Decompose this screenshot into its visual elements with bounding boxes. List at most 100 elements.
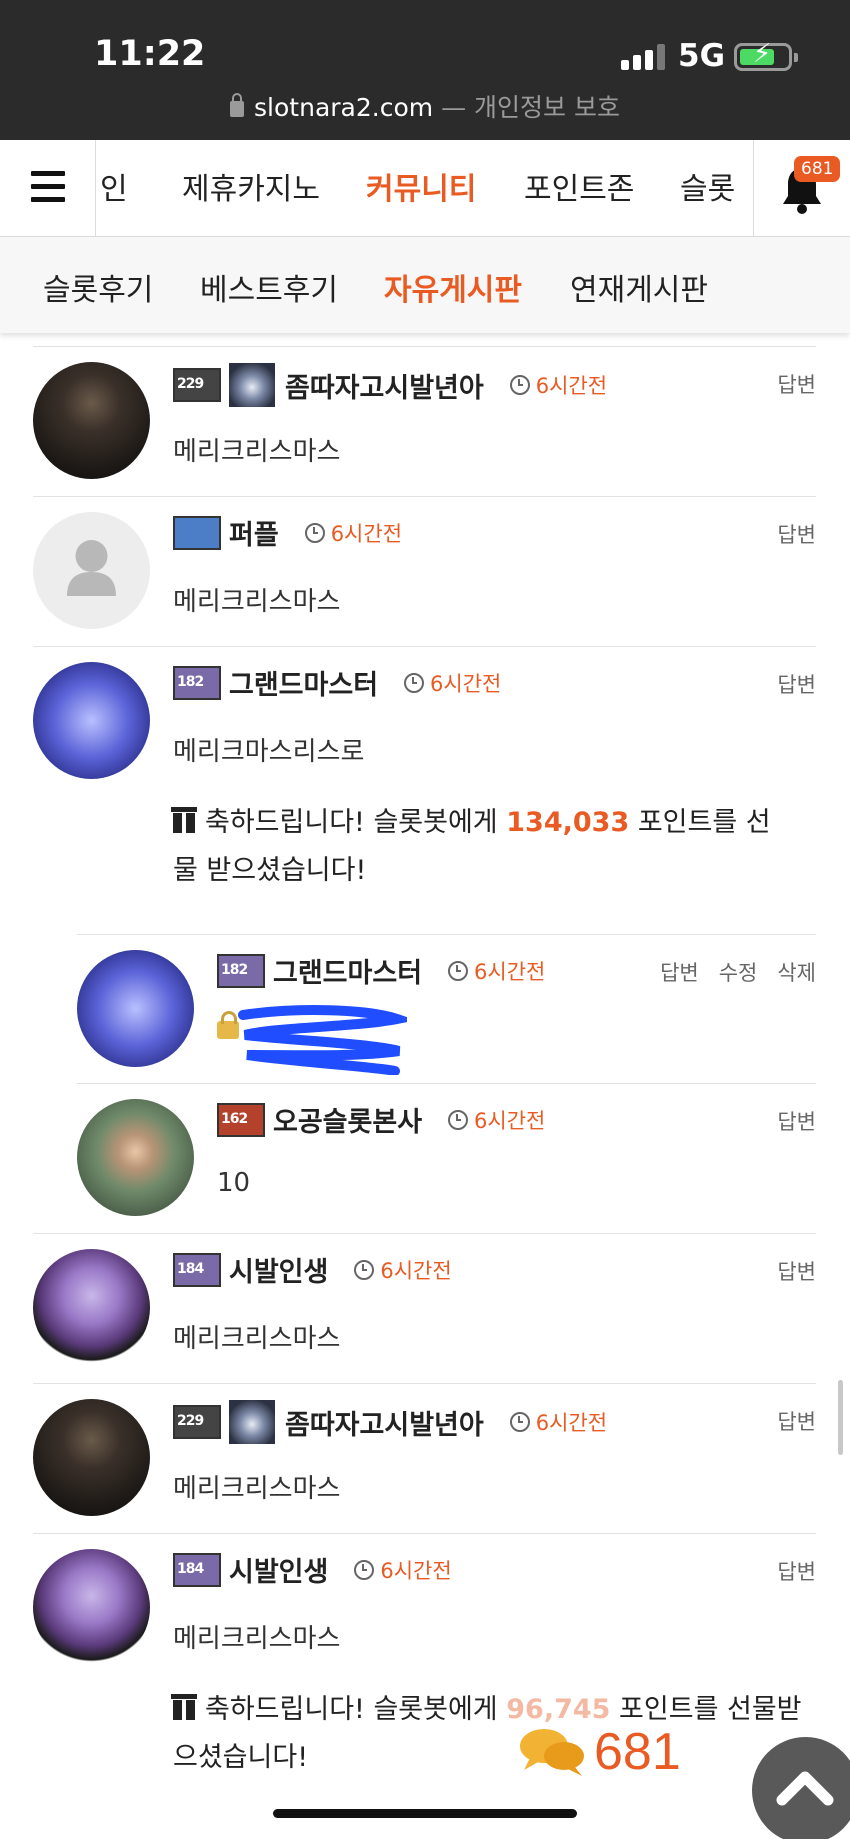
nav-item-point-zone[interactable]: 포인트존 <box>524 164 634 208</box>
reply-button[interactable]: 답변 <box>777 673 816 697</box>
reply-button[interactable]: 답변 <box>777 1560 816 1584</box>
grandmaster-emblem-avatar[interactable] <box>77 950 194 1067</box>
reply-button[interactable]: 답변 <box>777 1110 816 1134</box>
nav-item-slot[interactable]: 슬롯 <box>680 164 735 208</box>
secret-lock-icon <box>217 1011 239 1039</box>
notification-button[interactable] <box>753 140 850 236</box>
username[interactable]: 좀따자고시발년아 <box>285 1403 484 1442</box>
comment-time: 6시간전 <box>430 671 502 696</box>
username[interactable]: 좀따자고시발년아 <box>285 366 484 405</box>
comment-item: 229 좀따자고시발년아 6시간전 답변 메리크리스마스 <box>33 1384 816 1534</box>
level-badge: 162 <box>217 1102 265 1137</box>
rank-badge-icon <box>229 1400 275 1444</box>
subnav-slot-review[interactable]: 슬롯후기 <box>43 265 153 309</box>
comment-time: 6시간전 <box>535 374 608 398</box>
comment-text: 메리크리스마스 <box>173 1624 341 1654</box>
comment-item: 184 시발인생 6시간전 답변 메리크리스마스 축하드립니다! 슬롯봇에게 96,… <box>33 1534 816 1824</box>
clock-icon <box>354 1559 375 1580</box>
level-badge: 184 <box>173 1252 221 1287</box>
comment-item: 퍼플 6시간전 답변 메리크리스마스 <box>33 497 816 647</box>
redaction-scribble <box>238 1005 407 1075</box>
comment-time: 6시간전 <box>474 959 546 984</box>
level-badge: 229 <box>173 368 221 402</box>
clock-icon <box>509 1412 530 1432</box>
level-badge <box>173 515 221 550</box>
status-bar: 11:22 5G ⚡ slotnara2.com — 개인정보 보호 <box>0 0 850 140</box>
main-nav-items: 인 제휴카지노 커뮤니티 포인트존 슬롯 <box>96 140 753 236</box>
clock-icon <box>509 375 530 395</box>
username[interactable]: 그랜드마스터 <box>229 663 378 702</box>
gift-notice: 축하드립니다! 슬롯봇에게 96,745 포인트를 선물받으셨습니다! <box>171 1694 802 1773</box>
comment-time: 6시간전 <box>380 1558 452 1583</box>
scrollbar[interactable] <box>838 1380 843 1455</box>
chat-bubbles-icon <box>520 1729 584 1776</box>
figurine-avatar[interactable] <box>77 1099 194 1216</box>
lock-icon <box>230 93 245 117</box>
character-avatar[interactable] <box>33 1549 150 1666</box>
username[interactable]: 오공슬롯본사 <box>273 1100 422 1139</box>
address-bar[interactable]: slotnara2.com — 개인정보 보호 <box>0 88 850 124</box>
reply-button[interactable]: 답변 <box>777 523 816 547</box>
url-text: slotnara2.com <box>254 93 434 122</box>
comment-count: 681 <box>594 1723 681 1781</box>
character-avatar[interactable] <box>33 1249 150 1366</box>
comment-time: 6시간전 <box>380 1258 452 1283</box>
notification-badge: 681 <box>794 156 841 182</box>
comment-time: 6시간전 <box>474 1108 546 1133</box>
subnav-free-board[interactable]: 자유게시판 <box>384 265 522 309</box>
gift-icon <box>171 807 197 833</box>
grandmaster-emblem-avatar[interactable] <box>33 662 150 779</box>
avatar[interactable] <box>33 362 150 479</box>
comment-item: 184 시발인생 6시간전 답변 메리크리스마스 <box>33 1234 816 1384</box>
network-type: 5G <box>678 38 726 74</box>
subnav-serial-board[interactable]: 연재게시판 <box>570 265 708 309</box>
level-badge: 182 <box>217 953 265 988</box>
default-avatar-icon[interactable] <box>33 512 150 629</box>
comment-text: 메리크리스마스 <box>173 1324 341 1354</box>
nav-item-partner-casino[interactable]: 제휴카지노 <box>182 164 320 208</box>
nav-item-partial[interactable]: 인 <box>100 164 128 208</box>
comment-text: 메리크리스마스 <box>173 1474 341 1504</box>
avatar[interactable] <box>33 1399 150 1516</box>
floating-comment-count[interactable]: 681 <box>518 1722 681 1792</box>
username[interactable]: 시발인생 <box>229 1550 328 1589</box>
nav-item-community[interactable]: 커뮤니티 <box>366 164 476 208</box>
chevron-up-icon <box>776 1771 834 1806</box>
signal-icon <box>621 44 665 70</box>
level-badge: 184 <box>173 1552 221 1587</box>
sub-nav: 슬롯후기 베스트후기 자유게시판 연재게시판 <box>0 237 850 333</box>
comment-time: 6시간전 <box>535 1411 608 1435</box>
subnav-best-review[interactable]: 베스트후기 <box>200 265 338 309</box>
status-time: 11:22 <box>94 34 206 74</box>
battery-charging-icon: ⚡ <box>734 41 798 71</box>
clock-icon <box>448 960 469 981</box>
comment-text: 10 <box>217 1168 251 1198</box>
edit-button[interactable]: 수정 <box>719 961 758 985</box>
comment-item: 229 좀따자고시발년아 6시간전 답변 메리크리스마스 <box>33 347 816 497</box>
main-nav: 인 제휴카지노 커뮤니티 포인트존 슬롯 <box>0 140 850 237</box>
comment-text: 메리크마스리스로 <box>173 737 365 767</box>
reply-button[interactable]: 답변 <box>660 961 699 985</box>
username[interactable]: 그랜드마스터 <box>273 951 422 990</box>
clock-icon <box>304 522 325 543</box>
clock-icon <box>354 1259 375 1280</box>
username[interactable]: 시발인생 <box>229 1250 328 1289</box>
level-badge: 229 <box>173 1405 221 1439</box>
reply-item: 162 오공슬롯본사 6시간전 답변 10 <box>77 1084 816 1234</box>
comment-item: 182 그랜드마스터 6시간전 답변 메리크마스리스로 축하드립니다! 슬롯봇에게 … <box>33 647 816 937</box>
menu-icon[interactable] <box>0 140 96 236</box>
delete-button[interactable]: 삭제 <box>777 961 816 985</box>
reply-button[interactable]: 답변 <box>777 1260 816 1284</box>
gift-points: 134,033 <box>506 807 630 838</box>
privacy-label: — 개인정보 보호 <box>441 93 620 122</box>
gift-icon <box>171 1694 197 1720</box>
reply-button[interactable]: 답변 <box>777 373 816 397</box>
reply-button[interactable]: 답변 <box>777 1410 816 1434</box>
level-badge: 182 <box>173 665 221 700</box>
rank-badge-icon <box>229 363 275 407</box>
scroll-to-top-button[interactable] <box>752 1737 850 1839</box>
home-indicator <box>273 1809 577 1818</box>
gift-notice: 축하드립니다! 슬롯봇에게 134,033 포인트를 선물 받으셨습니다! <box>171 807 771 886</box>
username[interactable]: 퍼플 <box>229 513 279 552</box>
clock-icon <box>448 1109 469 1130</box>
